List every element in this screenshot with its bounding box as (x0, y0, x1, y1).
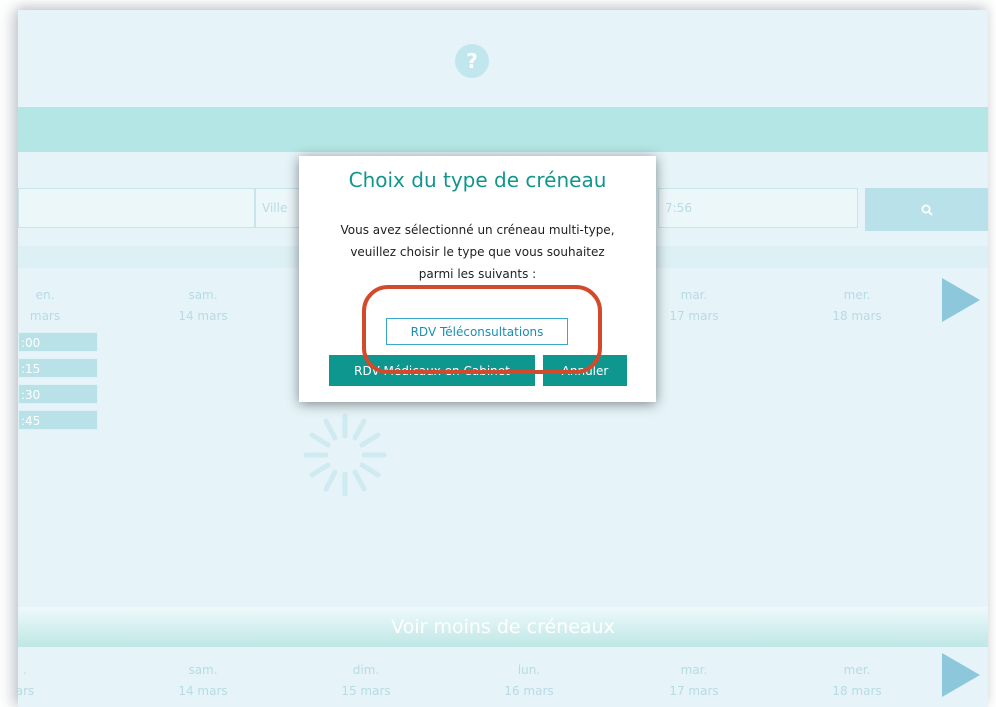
header-band (18, 107, 988, 152)
day-column[interactable]: lun. 16 mars (474, 660, 584, 702)
day-column[interactable]: . ars (18, 660, 80, 702)
modal-title: Choix du type de créneau (348, 168, 607, 192)
day-date: 14 mars (178, 309, 228, 323)
day-name: en. (35, 288, 55, 302)
next-week-arrow-icon[interactable] (942, 653, 980, 697)
day-name: sam. (188, 288, 218, 302)
day-name: mer. (843, 663, 871, 677)
day-date: 18 mars (832, 309, 882, 323)
day-name: . (23, 663, 27, 677)
day-column[interactable]: sam. 14 mars (148, 285, 258, 327)
modal-message: Vous avez sélectionné un créneau multi-t… (309, 219, 646, 285)
time-slot[interactable]: :15 (18, 358, 98, 378)
modal-line: parmi les suivants : (418, 267, 537, 281)
day-date: 18 mars (832, 684, 882, 698)
cabinet-appointment-button[interactable]: RDV Médicaux en Cabinet (329, 355, 535, 386)
day-name: lun. (517, 663, 541, 677)
day-column[interactable]: mer. 18 mars (802, 660, 912, 702)
day-date: ars (18, 684, 35, 698)
time-slot[interactable]: :00 (18, 332, 98, 352)
day-column[interactable]: en. mars (18, 285, 100, 327)
show-less-slots-button[interactable]: Voir moins de créneaux (18, 607, 988, 647)
date-input[interactable]: 7:56 (658, 188, 858, 228)
day-name: sam. (188, 663, 218, 677)
modal-line: veuillez choisir le type que vous souhai… (350, 245, 605, 259)
modal-line: Vous avez sélectionné un créneau multi-t… (340, 223, 615, 237)
day-date: 15 mars (341, 684, 391, 698)
teleconsultation-button[interactable]: RDV Téléconsultations (386, 318, 568, 345)
day-column[interactable]: dim. 15 mars (311, 660, 421, 702)
day-column[interactable]: mar. 17 mars (639, 660, 749, 702)
loading-spinner-icon (303, 413, 387, 497)
time-slot[interactable]: :30 (18, 384, 98, 404)
search-button[interactable] (865, 188, 988, 231)
next-week-arrow-icon[interactable] (942, 278, 980, 322)
specialty-input[interactable] (18, 188, 255, 228)
slot-type-modal: Choix du type de créneau Vous avez sélec… (299, 156, 656, 402)
day-date: 16 mars (504, 684, 554, 698)
day-date: mars (29, 309, 61, 323)
time-slot[interactable]: :45 (18, 410, 98, 430)
day-name: mar. (680, 663, 708, 677)
day-date: 14 mars (178, 684, 228, 698)
search-icon (921, 204, 933, 216)
day-column[interactable]: mer. 18 mars (802, 285, 912, 327)
day-name: mer. (843, 288, 871, 302)
help-icon[interactable]: ? (455, 44, 489, 78)
day-date: 17 mars (669, 684, 719, 698)
day-column[interactable]: sam. 14 mars (148, 660, 258, 702)
cancel-button[interactable]: Annuler (543, 355, 627, 386)
day-name: dim. (352, 663, 380, 677)
